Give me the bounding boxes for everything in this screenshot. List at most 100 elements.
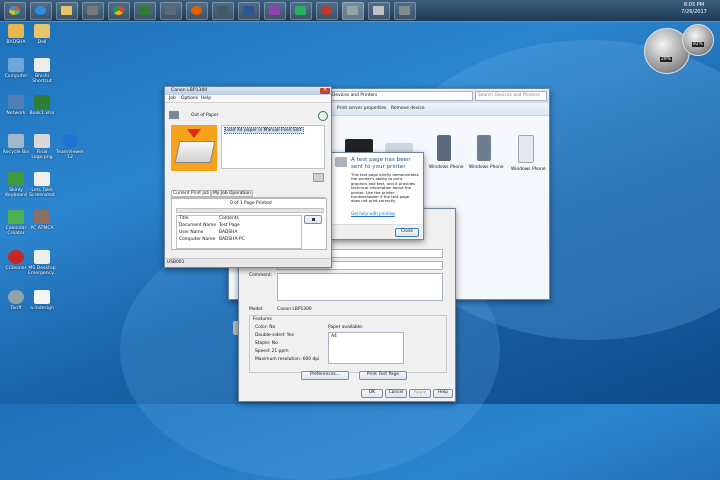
desktop-icon[interactable]: BADSHA bbox=[2, 24, 30, 45]
device-windows-phone[interactable]: Windows Phone bbox=[429, 135, 464, 170]
refresh-icon[interactable] bbox=[318, 111, 328, 121]
ccleaner-icon bbox=[8, 250, 24, 264]
ram-percent: 82% bbox=[692, 42, 704, 47]
paper-available-label: Paper available: bbox=[328, 325, 364, 330]
image-file-icon bbox=[34, 134, 50, 148]
menu-options[interactable]: Options bbox=[181, 96, 198, 101]
breadcrumb[interactable]: Devices and Printers bbox=[329, 91, 473, 101]
phone-icon bbox=[477, 135, 491, 161]
comment-field[interactable] bbox=[277, 273, 443, 301]
dialog-body: This test page briefly demonstrates the … bbox=[351, 172, 419, 204]
desktop-icon-label: Dell bbox=[37, 40, 47, 45]
document-icon bbox=[34, 250, 50, 264]
desktop-icon[interactable]: TeamViewer 12 bbox=[56, 134, 84, 160]
taskbar-media-icon[interactable] bbox=[82, 2, 104, 20]
desktop-icon[interactable]: PC ATMCA bbox=[28, 210, 56, 231]
taskbar-word-icon[interactable] bbox=[238, 2, 260, 20]
print-server-properties-button[interactable]: Print server properties bbox=[337, 106, 386, 111]
search-input[interactable]: Search Devices and Printers bbox=[475, 91, 547, 101]
menu-job[interactable]: Job bbox=[169, 96, 176, 101]
desktop-icon-label: MS Desktop Emergency... bbox=[28, 266, 58, 276]
desktop-icon-label: CCleaner bbox=[5, 266, 27, 271]
device-windows-phone[interactable]: Windows Phone bbox=[511, 135, 546, 172]
remove-device-button[interactable]: Remove device bbox=[391, 106, 425, 111]
status-bar: USB001 bbox=[165, 258, 331, 267]
paper-tray-icon bbox=[174, 141, 216, 163]
desktop-icon[interactable]: CCleaner bbox=[2, 250, 30, 271]
taskbar-firefox-icon[interactable] bbox=[186, 2, 208, 20]
tab-current-print-job[interactable]: Current Print Job bbox=[171, 190, 212, 197]
desktop-icon[interactable]: Bhishi Shortcut bbox=[28, 58, 56, 84]
taskbar: 8:05 PM 7/26/2017 bbox=[0, 0, 720, 22]
start-button[interactable] bbox=[4, 2, 26, 20]
taskbar-app-icon[interactable] bbox=[212, 2, 234, 20]
taskbar-app-icon[interactable] bbox=[394, 2, 416, 20]
desktop-icon[interactable]: Book1.xlsx bbox=[28, 95, 56, 116]
recycle-bin-icon bbox=[8, 134, 24, 148]
folder-icon bbox=[34, 24, 50, 38]
taskbar-camtasia-icon[interactable] bbox=[290, 2, 312, 20]
model-value: Canon LBP1300 bbox=[277, 307, 312, 312]
desktop-icon-label: Computer bbox=[4, 74, 28, 79]
desktop-icon[interactable]: Skinly Keyboard bbox=[2, 172, 30, 198]
staple-value: Staple: No bbox=[255, 341, 278, 346]
close-icon[interactable]: ✕ bbox=[320, 88, 330, 94]
eject-icon[interactable] bbox=[313, 173, 324, 182]
menu-help[interactable]: Help bbox=[201, 96, 211, 101]
taskbar-explorer-icon[interactable] bbox=[56, 2, 78, 20]
taskbar-chrome-icon[interactable] bbox=[108, 2, 130, 20]
column-header-contents: Contents bbox=[219, 216, 239, 221]
paper-list[interactable]: A4 bbox=[328, 332, 404, 364]
cancel-job-button[interactable] bbox=[304, 215, 322, 224]
tab-strip: Current Print Job My Job Operation bbox=[171, 189, 325, 198]
desktop-icon[interactable]: a.indesign bbox=[28, 290, 56, 311]
desktop-icon[interactable]: Dell bbox=[28, 24, 56, 45]
double-sided-value: Double-sided: Yes bbox=[255, 333, 294, 338]
taskbar-devices-icon[interactable] bbox=[342, 2, 364, 20]
computer-icon bbox=[8, 58, 24, 72]
row-value: BADSHA bbox=[219, 230, 238, 235]
device-windows-phone[interactable]: Windows Phone bbox=[469, 135, 504, 170]
shortcut-icon bbox=[34, 58, 50, 72]
taskbar-app-icon[interactable] bbox=[160, 2, 182, 20]
desktop-icon-label: a.indesign bbox=[30, 306, 54, 311]
preferences-button[interactable]: Preferences... bbox=[301, 371, 349, 380]
network-icon bbox=[8, 95, 24, 109]
device-label: Windows Phone bbox=[511, 167, 546, 172]
user-folder-icon bbox=[8, 24, 24, 38]
desktop-icon[interactable]: Calendar Creator bbox=[2, 210, 30, 236]
help-button[interactable]: Help bbox=[433, 389, 453, 398]
dialog-printer-icon bbox=[335, 157, 347, 167]
system-clock[interactable]: 8:05 PM 7/26/2017 bbox=[674, 2, 714, 16]
desktop-icon[interactable]: Final Logo.png bbox=[28, 134, 56, 160]
close-button[interactable]: Close bbox=[395, 228, 419, 237]
phone-icon bbox=[518, 135, 534, 163]
desktop-icon[interactable]: Lets Take Screenshot bbox=[28, 172, 56, 198]
paper-item[interactable]: A4 bbox=[331, 334, 337, 339]
device-label: Windows Phone bbox=[429, 165, 464, 170]
taskbar-app-icon[interactable] bbox=[264, 2, 286, 20]
apply-button[interactable]: Apply bbox=[409, 389, 431, 398]
printer-status-window: Canon LBP1300 ✕ Job Options Help Out of … bbox=[164, 86, 332, 268]
print-test-page-button[interactable]: Print Test Page bbox=[359, 371, 407, 380]
desktop-icon[interactable]: Tariff bbox=[2, 290, 30, 311]
excel-file-icon bbox=[34, 95, 50, 109]
desktop-icon[interactable]: MS Desktop Emergency... bbox=[28, 250, 58, 276]
cancel-button[interactable]: Cancel bbox=[385, 389, 407, 398]
tab-my-job-operation[interactable]: My Job Operation bbox=[211, 190, 253, 197]
desktop-icon[interactable]: Recycle Bin bbox=[2, 134, 30, 155]
device-label: Windows Phone bbox=[469, 165, 504, 170]
features-group: Features Color: No Double-sided: Yes Sta… bbox=[249, 315, 447, 373]
cpu-meter-gadget[interactable]: 29% 82% bbox=[644, 24, 716, 74]
taskbar-ie-icon[interactable] bbox=[30, 2, 52, 20]
comment-label: Comment: bbox=[249, 273, 272, 278]
desktop-icon[interactable]: Computer bbox=[2, 58, 30, 79]
ok-button[interactable]: OK bbox=[361, 389, 383, 398]
taskbar-excel-icon[interactable] bbox=[134, 2, 156, 20]
taskbar-printer-icon[interactable] bbox=[368, 2, 390, 20]
desktop-icon[interactable]: Network bbox=[2, 95, 30, 116]
help-printing-link[interactable]: Get help with printing bbox=[351, 211, 395, 216]
taskbar-ccleaner-icon[interactable] bbox=[316, 2, 338, 20]
pages-printed-status: 0 of 1 Page Printed bbox=[230, 201, 272, 206]
row-title: Computer Name bbox=[179, 237, 216, 242]
